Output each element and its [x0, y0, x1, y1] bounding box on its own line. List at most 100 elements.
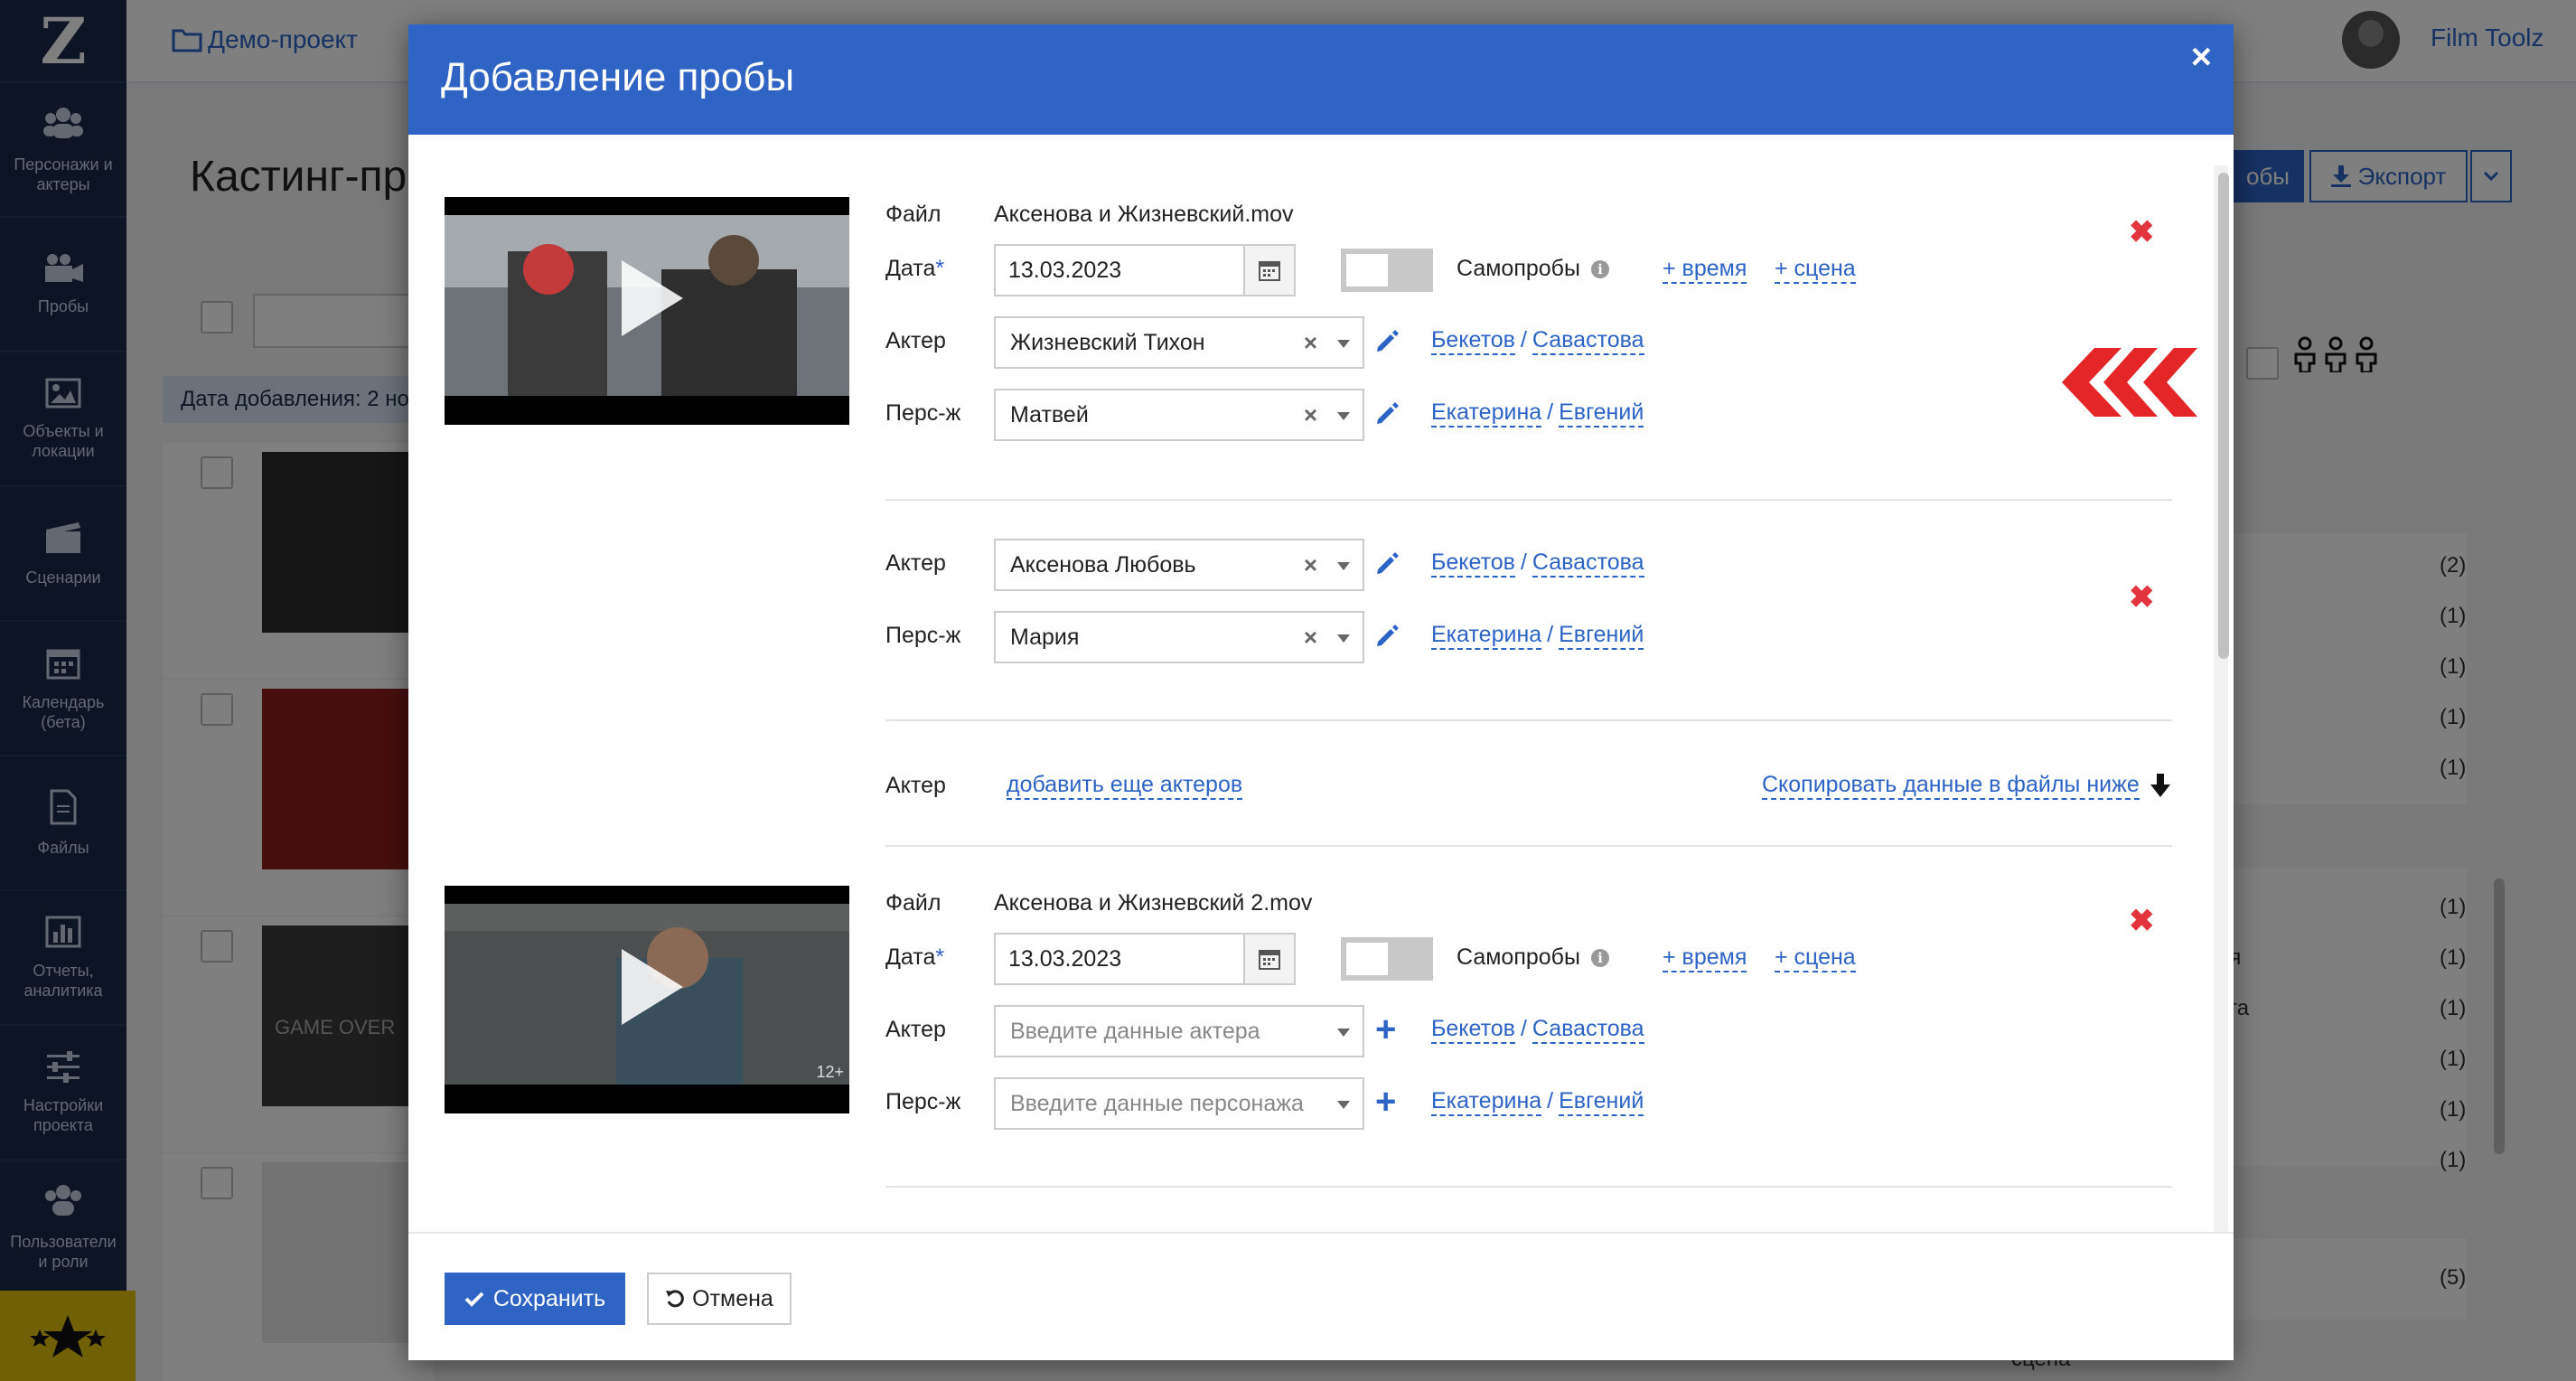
chevron-down-icon[interactable] — [1337, 1101, 1350, 1109]
actor-value: Аксенова Любовь — [1010, 551, 1196, 578]
required-mark: * — [935, 944, 945, 970]
check-icon — [464, 1292, 484, 1307]
date-label: Дата* — [885, 944, 944, 971]
actor-select[interactable]: Введите данные актера — [994, 1005, 1364, 1057]
date-label: Дата* — [885, 256, 944, 282]
video-preview-1[interactable] — [445, 197, 849, 425]
self-test-label: Самопробы i — [1457, 256, 1609, 282]
divider — [885, 1186, 2172, 1188]
character-label: Перс-ж — [885, 400, 961, 426]
quick-actor-links: Бекетов / Савастова — [1431, 549, 1644, 578]
chevron-down-icon[interactable] — [1337, 412, 1350, 420]
delete-file-icon[interactable]: ✖ — [2129, 903, 2155, 939]
quick-character-link[interactable]: Екатерина — [1431, 1087, 1542, 1116]
close-icon[interactable]: × — [2191, 37, 2212, 78]
add-character-icon[interactable]: + — [1375, 1084, 1396, 1120]
edit-actor-icon[interactable] — [1375, 552, 1399, 576]
quick-character-link[interactable]: Екатерина — [1431, 621, 1542, 650]
delete-entry-icon[interactable]: ✖ — [2129, 579, 2155, 615]
edit-character-icon[interactable] — [1375, 625, 1399, 648]
info-icon[interactable]: i — [1590, 259, 1609, 278]
quick-actor-link[interactable]: Бекетов — [1431, 549, 1515, 578]
modal-scrollbar-thumb[interactable] — [2218, 173, 2229, 659]
actor-select[interactable]: Аксенова Любовь × — [994, 539, 1364, 591]
arrow-down-icon — [2150, 774, 2170, 797]
date-field[interactable]: 13.03.2023 — [994, 244, 1296, 296]
chevron-down-icon[interactable] — [1337, 562, 1350, 570]
quick-actor-link[interactable]: Савастова — [1532, 326, 1644, 355]
quick-character-link[interactable]: Евгений — [1559, 399, 1644, 427]
add-actor-icon[interactable]: + — [1375, 1011, 1396, 1047]
divider — [885, 719, 2172, 721]
quick-character-link[interactable]: Евгений — [1559, 1087, 1644, 1116]
actor-select[interactable]: Жизневский Тихон × — [994, 316, 1364, 369]
cancel-label: Отмена — [692, 1285, 773, 1311]
date-value: 13.03.2023 — [1008, 945, 1122, 972]
actor-label: Актер — [885, 1017, 946, 1042]
calendar-icon[interactable] — [1243, 246, 1294, 295]
quick-actor-links: Бекетов / Савастова — [1431, 326, 1644, 355]
file-label: Файл — [885, 202, 941, 227]
self-test-text: Самопробы — [1457, 256, 1580, 281]
quick-character-links: Екатерина / Евгений — [1431, 399, 1644, 427]
actor-label: Актер — [885, 550, 946, 576]
separator: / — [1547, 399, 1554, 425]
copy-data-below-link[interactable]: Скопировать данные в файлы ниже — [1762, 771, 2170, 800]
video-preview-2[interactable]: 12+ — [445, 886, 849, 1113]
save-button[interactable]: Сохранить — [445, 1273, 625, 1325]
play-icon[interactable] — [622, 949, 683, 1025]
separator: / — [1547, 622, 1554, 647]
clear-icon[interactable]: × — [1304, 329, 1317, 357]
actor-placeholder: Введите данные актера — [1010, 1018, 1260, 1044]
chevron-down-icon[interactable] — [1337, 340, 1350, 348]
quick-character-link[interactable]: Евгений — [1559, 621, 1644, 650]
character-placeholder: Введите данные персонажа — [1010, 1090, 1304, 1116]
cancel-button[interactable]: Отмена — [647, 1273, 792, 1325]
edit-actor-icon[interactable] — [1375, 330, 1399, 353]
chevron-down-icon[interactable] — [1337, 634, 1350, 643]
clear-icon[interactable]: × — [1304, 551, 1317, 579]
character-value: Мария — [1010, 624, 1080, 650]
character-select[interactable]: Мария × — [994, 611, 1364, 663]
info-icon[interactable]: i — [1590, 948, 1609, 967]
self-test-toggle[interactable] — [1341, 249, 1433, 292]
character-select[interactable]: Матвей × — [994, 389, 1364, 441]
actor-label: Актер — [885, 773, 946, 798]
chevron-down-icon[interactable] — [1337, 1029, 1350, 1037]
file-label: Файл — [885, 890, 941, 916]
age-rating-badge: 12+ — [816, 1063, 844, 1081]
calendar-icon[interactable] — [1243, 935, 1294, 983]
modal-body: Файл Аксенова и Жизневский.mov ✖ Дата* 1… — [408, 135, 2234, 1257]
self-test-text: Самопробы — [1457, 944, 1580, 970]
copy-data-below-text: Скопировать данные в файлы ниже — [1762, 771, 2140, 800]
add-scene-link[interactable]: + сцена — [1775, 944, 1856, 972]
clear-icon[interactable]: × — [1304, 624, 1317, 652]
date-field[interactable]: 13.03.2023 — [994, 933, 1296, 985]
clear-icon[interactable]: × — [1304, 401, 1317, 429]
add-test-modal: Добавление пробы × Файл Аксенова и Жизне… — [408, 24, 2234, 1360]
quick-actor-link[interactable]: Савастова — [1532, 549, 1644, 578]
quick-character-links: Екатерина / Евгений — [1431, 1087, 1644, 1116]
character-select[interactable]: Введите данные персонажа — [994, 1077, 1364, 1130]
modal-title: Добавление пробы — [441, 55, 795, 99]
chevrons-left-marker — [2062, 348, 2197, 417]
add-time-link[interactable]: + время — [1663, 255, 1747, 284]
quick-actor-link[interactable]: Савастова — [1532, 1015, 1644, 1044]
divider — [885, 499, 2172, 501]
file-name: Аксенова и Жизневский 2.mov — [994, 890, 1313, 916]
quick-character-link[interactable]: Екатерина — [1431, 399, 1542, 427]
quick-actor-link[interactable]: Бекетов — [1431, 1015, 1515, 1044]
play-icon[interactable] — [622, 260, 683, 336]
modal-footer: Сохранить Отмена — [408, 1232, 2234, 1360]
add-time-link[interactable]: + время — [1663, 944, 1747, 972]
add-scene-link[interactable]: + сцена — [1775, 255, 1856, 284]
edit-character-icon[interactable] — [1375, 402, 1399, 426]
actor-value: Жизневский Тихон — [1010, 329, 1205, 355]
character-value: Матвей — [1010, 401, 1089, 427]
separator: / — [1547, 1088, 1554, 1113]
required-mark: * — [935, 256, 945, 281]
quick-actor-link[interactable]: Бекетов — [1431, 326, 1515, 355]
self-test-toggle[interactable] — [1341, 937, 1433, 981]
delete-file-icon[interactable]: ✖ — [2129, 214, 2155, 250]
add-more-actors-link[interactable]: добавить еще актеров — [1007, 771, 1243, 800]
